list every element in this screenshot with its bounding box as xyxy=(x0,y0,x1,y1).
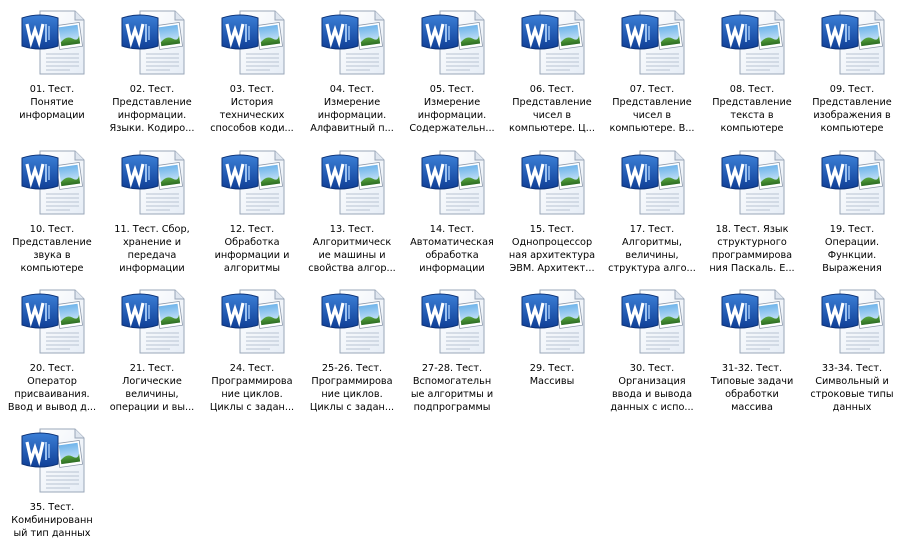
file-item[interactable]: 31-32. Тест. Типовые задачи обработки ма… xyxy=(702,279,802,415)
word-document-icon xyxy=(220,8,286,76)
file-name: 12. Тест. Обработка информации и алгорит… xyxy=(214,224,290,274)
file-item[interactable]: 02. Тест. Представление информации. Язык… xyxy=(102,0,202,136)
file-item[interactable]: 24. Тест. Программирова ние циклов. Цикл… xyxy=(202,279,302,415)
file-item[interactable]: 19. Тест. Операции. Функции. Выражения xyxy=(802,140,900,276)
word-document-icon xyxy=(120,287,186,355)
file-name: 04. Тест. Измерение информации. Алфавитн… xyxy=(310,84,394,134)
file-name: 03. Тест. История технических способов к… xyxy=(210,84,294,134)
word-document-icon xyxy=(720,8,786,76)
word-document-icon xyxy=(220,148,286,216)
file-name: 05. Тест. Измерение информации. Содержат… xyxy=(409,84,495,134)
file-name: 07. Тест. Представление чисел в компьюте… xyxy=(609,84,695,134)
word-document-icon xyxy=(420,148,486,216)
file-name: 08. Тест. Представление текста в компьют… xyxy=(712,84,792,134)
file-name: 21. Тест. Логические величины, операции … xyxy=(109,363,195,413)
file-item[interactable]: 18. Тест. Язык структурного программиров… xyxy=(702,140,802,276)
file-item[interactable]: 05. Тест. Измерение информации. Содержат… xyxy=(402,0,502,136)
file-item[interactable]: 13. Тест. Алгоритмическ ие машины и свой… xyxy=(302,140,402,276)
file-name: 24. Тест. Программирова ние циклов. Цикл… xyxy=(209,363,295,413)
file-name: 02. Тест. Представление информации. Язык… xyxy=(109,84,195,134)
word-document-icon xyxy=(520,287,586,355)
file-item[interactable]: 35. Тест. Комбинированн ый тип данных xyxy=(2,418,102,540)
file-name: 13. Тест. Алгоритмическ ие машины и свой… xyxy=(308,224,396,274)
word-document-icon xyxy=(320,8,386,76)
file-item[interactable]: 01. Тест. Понятие информации xyxy=(2,0,102,136)
file-item[interactable]: 15. Тест. Однопроцессор ная архитектура … xyxy=(502,140,602,276)
file-name: 30. Тест. Организация ввода и вывода дан… xyxy=(610,363,694,413)
file-name: 27-28. Тест. Вспомогательн ые алгоритмы … xyxy=(410,363,494,413)
word-document-icon xyxy=(420,287,486,355)
word-document-icon xyxy=(520,8,586,76)
file-item[interactable]: 17. Тест. Алгоритмы, величины, структура… xyxy=(602,140,702,276)
file-name: 31-32. Тест. Типовые задачи обработки ма… xyxy=(710,363,794,413)
word-document-icon xyxy=(620,148,686,216)
word-document-icon xyxy=(820,287,886,355)
file-item[interactable]: 21. Тест. Логические величины, операции … xyxy=(102,279,202,415)
word-document-icon xyxy=(620,8,686,76)
file-name: 35. Тест. Комбинированн ый тип данных xyxy=(11,502,93,539)
file-item[interactable]: 03. Тест. История технических способов к… xyxy=(202,0,302,136)
file-item[interactable]: 06. Тест. Представление чисел в компьюте… xyxy=(502,0,602,136)
file-item[interactable]: 09. Тест. Представление изображения в ко… xyxy=(802,0,900,136)
word-document-icon xyxy=(320,148,386,216)
word-document-icon xyxy=(20,8,86,76)
file-name: 33-34. Тест. Символьный и строковые типы… xyxy=(810,363,894,413)
file-name: 17. Тест. Алгоритмы, величины, структура… xyxy=(608,224,696,274)
file-view: 01. Тест. Понятие информации 02. Тест. П… xyxy=(0,0,900,540)
file-name: 09. Тест. Представление изображения в ко… xyxy=(812,84,892,134)
file-item[interactable]: 33-34. Тест. Символьный и строковые типы… xyxy=(802,279,900,415)
file-item[interactable]: 30. Тест. Организация ввода и вывода дан… xyxy=(602,279,702,415)
file-item[interactable]: 04. Тест. Измерение информации. Алфавитн… xyxy=(302,0,402,136)
file-item[interactable]: 20. Тест. Оператор присваивания. Ввод и … xyxy=(2,279,102,415)
file-item[interactable]: 07. Тест. Представление чисел в компьюте… xyxy=(602,0,702,136)
word-document-icon xyxy=(420,8,486,76)
file-item[interactable]: 11. Тест. Сбор, хранение и передача инфо… xyxy=(102,140,202,276)
word-document-icon xyxy=(320,287,386,355)
word-document-icon xyxy=(720,148,786,216)
word-document-icon xyxy=(220,287,286,355)
file-name: 19. Тест. Операции. Функции. Выражения xyxy=(822,224,882,274)
file-name: 25-26. Тест. Программирова ние циклов. Ц… xyxy=(309,363,395,413)
word-document-icon xyxy=(120,8,186,76)
file-item[interactable]: 29. Тест. Массивы xyxy=(502,279,602,415)
file-item[interactable]: 08. Тест. Представление текста в компьют… xyxy=(702,0,802,136)
word-document-icon xyxy=(620,287,686,355)
file-name: 14. Тест. Автоматическая обработка инфор… xyxy=(410,224,494,274)
word-document-icon xyxy=(120,148,186,216)
file-name: 06. Тест. Представление чисел в компьюте… xyxy=(509,84,595,134)
word-document-icon xyxy=(720,287,786,355)
file-name: 10. Тест. Представление звука в компьюте… xyxy=(12,224,92,274)
word-document-icon xyxy=(20,287,86,355)
file-item[interactable]: 27-28. Тест. Вспомогательн ые алгоритмы … xyxy=(402,279,502,415)
file-item[interactable]: 14. Тест. Автоматическая обработка инфор… xyxy=(402,140,502,276)
file-name: 20. Тест. Оператор присваивания. Ввод и … xyxy=(7,363,97,413)
word-document-icon xyxy=(20,148,86,216)
file-name: 15. Тест. Однопроцессор ная архитектура … xyxy=(508,224,596,274)
file-name: 11. Тест. Сбор, хранение и передача инфо… xyxy=(114,224,190,274)
file-item[interactable]: 10. Тест. Представление звука в компьюте… xyxy=(2,140,102,276)
file-name: 29. Тест. Массивы xyxy=(529,363,575,387)
word-document-icon xyxy=(820,148,886,216)
file-item[interactable]: 12. Тест. Обработка информации и алгорит… xyxy=(202,140,302,276)
word-document-icon xyxy=(520,148,586,216)
file-name: 18. Тест. Язык структурного программиров… xyxy=(709,224,795,274)
file-item[interactable]: 25-26. Тест. Программирова ние циклов. Ц… xyxy=(302,279,402,415)
word-document-icon xyxy=(20,426,86,494)
word-document-icon xyxy=(820,8,886,76)
file-name: 01. Тест. Понятие информации xyxy=(19,84,85,121)
